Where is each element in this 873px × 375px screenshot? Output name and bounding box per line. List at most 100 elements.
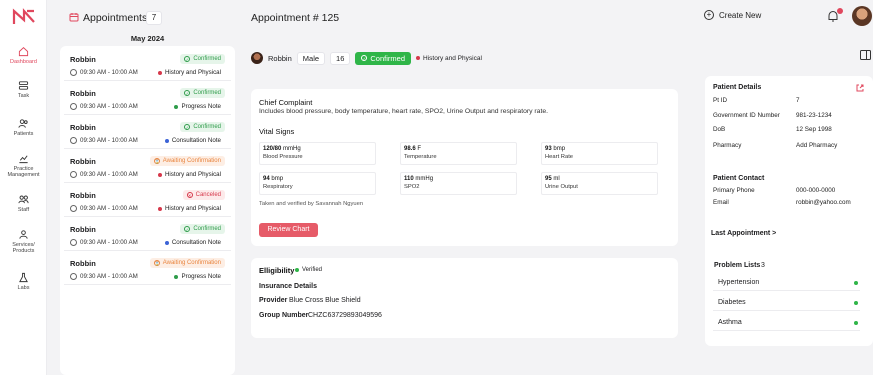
- staff-icon: [18, 195, 29, 204]
- create-new-label: Create New: [719, 10, 762, 20]
- appointment-name: Robbin: [70, 191, 96, 200]
- appointment-type-label: Progress Note: [181, 103, 221, 110]
- appointment-time: 09:30 AM - 10:00 AM: [70, 273, 138, 280]
- status-badge: ✓ Confirmed: [180, 54, 225, 64]
- vital-number: 110: [404, 176, 414, 182]
- status-label: Canceled: [195, 192, 221, 198]
- create-new-button[interactable]: + Create New: [704, 10, 761, 20]
- vital-unit: mmHg: [283, 146, 301, 152]
- user-avatar[interactable]: [852, 6, 872, 26]
- vital-label: Respiratory: [263, 184, 293, 190]
- vital-card: 98.6 F Temperature: [400, 142, 517, 165]
- patient-name: Robbin: [268, 53, 292, 63]
- appointment-time-label: 09:30 AM - 10:00 AM: [80, 273, 138, 280]
- detail-value: 7: [796, 97, 800, 104]
- appointment-card[interactable]: Robbin 09:30 AM - 10:00 AM ✓ Confirmed Histo…: [64, 51, 231, 81]
- status-badge: ⌛ Awaiting Confirmation: [149, 258, 225, 268]
- plus-icon: +: [704, 10, 714, 20]
- appointment-time: 09:30 AM - 10:00 AM: [70, 239, 138, 246]
- flask-icon: [19, 272, 28, 283]
- appointment-card[interactable]: Robbin 09:30 AM - 10:00 AM ✓ Confirmed Consu…: [64, 221, 231, 251]
- nav-task[interactable]: Task: [0, 80, 47, 99]
- users-icon: [18, 119, 28, 128]
- status-badge: ✓ Confirmed: [180, 224, 225, 234]
- vital-value: 120/80 mmHg: [263, 146, 301, 152]
- problem-item[interactable]: Diabetes: [713, 295, 860, 311]
- problem-lists-title: Problem Lists: [714, 262, 761, 269]
- vital-value: 110 mmHg: [404, 176, 433, 182]
- patient-status-badge: ✓ Confirmed: [355, 51, 411, 65]
- status-label: Awaiting Confirmation: [162, 260, 221, 266]
- patient-gender: Male: [296, 51, 326, 65]
- notifications-button[interactable]: [827, 8, 843, 24]
- appointment-card[interactable]: Robbin 09:30 AM - 10:00 AM ✓ Confirmed Consu…: [64, 119, 231, 149]
- type-dot: [164, 240, 169, 245]
- patient-type-label: History and Physical: [423, 54, 482, 62]
- problem-label: Diabetes: [718, 299, 746, 306]
- problem-item[interactable]: Hypertension: [713, 275, 860, 291]
- nav-services-label: Services/ Products: [12, 242, 35, 255]
- vital-number: 120/80: [263, 146, 282, 152]
- hourglass-icon: ⌛: [153, 260, 160, 266]
- appointment-card[interactable]: Robbin 09:30 AM - 10:00 AM ✓ Confirmed Progr…: [64, 85, 231, 115]
- clock-icon: [70, 239, 77, 246]
- clock-icon: [70, 69, 77, 76]
- nav-services-products[interactable]: Services/ Products: [0, 229, 47, 255]
- appointments-count: 7: [146, 11, 162, 25]
- appointment-card[interactable]: Robbin 09:30 AM - 10:00 AM ⌛ Awaiting Confi…: [64, 153, 231, 183]
- nav-practice-management[interactable]: Practice Management: [0, 153, 47, 179]
- appointment-type-label: Consultation Note: [171, 137, 221, 144]
- appointment-card[interactable]: Robbin 09:30 AM - 10:00 AM ✕ Canceled Histor…: [64, 187, 231, 217]
- check-circle-icon: ✓: [184, 90, 191, 96]
- calendar-icon: [69, 13, 79, 22]
- detail-label: Government ID Number: [713, 112, 780, 119]
- services-icon: [19, 230, 28, 239]
- vital-number: 95: [545, 176, 552, 182]
- open-external-icon[interactable]: [856, 84, 864, 92]
- add-pharmacy-link[interactable]: Add Pharmacy: [796, 142, 837, 149]
- appointment-name: Robbin: [70, 89, 96, 98]
- type-dot: [157, 172, 162, 177]
- patient-appointment-type: History and Physical: [416, 55, 482, 62]
- chief-complaint-title: Chief Complaint: [259, 98, 313, 107]
- contact-label: Primary Phone: [713, 187, 755, 194]
- brand-logo: [12, 8, 35, 24]
- appointment-name: Robbin: [70, 259, 96, 268]
- last-appointment-link[interactable]: Last Appointment >: [711, 230, 776, 237]
- type-dot: [174, 104, 179, 109]
- contact-label: Email: [713, 199, 729, 206]
- appointment-type-label: History and Physical: [164, 69, 221, 76]
- nav-labs-label: Labs: [17, 285, 30, 291]
- problem-status-dot: [854, 281, 858, 285]
- appointment-name: Robbin: [70, 225, 96, 234]
- nav-dashboard-label: Dashboard: [10, 59, 37, 65]
- panel-toggle-icon[interactable]: [860, 50, 871, 60]
- nav-dashboard[interactable]: Dashboard: [0, 46, 47, 65]
- nav-practice-label: Practice Management: [7, 166, 40, 179]
- group-number-value: CHZC63729893049596: [308, 312, 382, 319]
- nav-patients[interactable]: Patients: [0, 118, 47, 137]
- problem-item[interactable]: Asthma: [713, 315, 860, 331]
- provider-label: Provider: [259, 297, 288, 304]
- home-icon: [18, 47, 29, 57]
- clock-icon: [70, 205, 77, 212]
- status-badge: ⌛ Awaiting Confirmation: [149, 156, 225, 166]
- appointment-time-label: 09:30 AM - 10:00 AM: [80, 239, 138, 246]
- patient-bar: Robbin Male 16 ✓ Confirmed History and P…: [251, 51, 482, 65]
- appointment-name: Robbin: [70, 55, 96, 64]
- appointment-type: History and Physical: [157, 171, 221, 178]
- review-chart-button[interactable]: Review Chart: [259, 223, 318, 237]
- notification-dot: [837, 8, 843, 14]
- clock-icon: [70, 273, 77, 280]
- appointment-card[interactable]: Robbin 09:30 AM - 10:00 AM ⌛ Awaiting Confi…: [64, 255, 231, 285]
- eligibility-status: Verified: [295, 267, 322, 273]
- nav-staff[interactable]: Staff: [0, 194, 47, 213]
- nav-task-label: Task: [17, 93, 30, 99]
- vital-value: 95 ml: [545, 176, 560, 182]
- nav-labs[interactable]: Labs: [0, 272, 47, 291]
- detail-value: 981-23-1234: [796, 112, 832, 119]
- vital-value: 98.6 F: [404, 146, 421, 152]
- provider-value: Blue Cross Blue Shield: [289, 297, 361, 304]
- vital-label: SPO2: [404, 184, 420, 190]
- clock-icon: [70, 137, 77, 144]
